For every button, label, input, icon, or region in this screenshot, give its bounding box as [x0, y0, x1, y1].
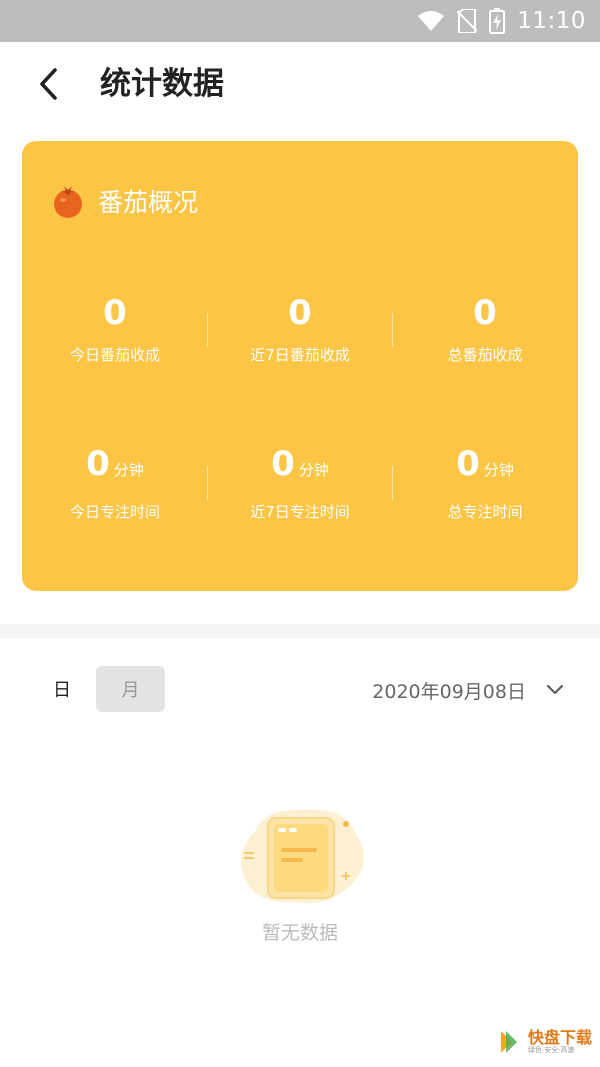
back-button[interactable] [28, 64, 68, 104]
date-value: 2020年09月08日 [372, 680, 526, 703]
stat-label: 今日番茄收成 [69, 346, 160, 364]
stat-value: 0 分钟 [271, 444, 329, 484]
watermark: 快盘下载 绿色·安全·高速 [498, 1027, 592, 1057]
stat-total-harvest: 0 总番茄收成 [392, 293, 578, 365]
chevron-down-icon [547, 685, 563, 694]
card-header: 番茄概况 [52, 183, 198, 219]
tomato-overview-card: 番茄概况 0 今日番茄收成 0 近7日番茄收成 0 总番茄收成 0 分钟 今日专注… [22, 141, 578, 591]
chevron-left-icon [40, 68, 57, 100]
stat-unit: 分钟 [113, 461, 144, 479]
wifi-icon [418, 11, 445, 31]
page-title: 统计数据 [100, 66, 224, 102]
day-tab[interactable]: 日 [28, 666, 96, 712]
card-title: 番茄概况 [98, 188, 199, 217]
status-bar: 11:10 [0, 0, 600, 42]
period-toggle: 日 月 [28, 666, 165, 712]
stat-today-harvest: 0 今日番茄收成 [22, 293, 208, 365]
date-picker[interactable]: 2020年09月08日 [372, 672, 564, 708]
stat-label: 近7日专注时间 [250, 503, 350, 521]
stat-value: 0 分钟 [456, 444, 514, 484]
status-time: 11:10 [517, 8, 586, 34]
section-divider [0, 624, 600, 638]
stat-unit: 分钟 [298, 461, 329, 479]
tomato-icon [54, 186, 82, 218]
stat-today-focus: 0 分钟 今日专注时间 [22, 444, 208, 522]
watermark-text: 快盘下载 [527, 1028, 592, 1047]
stat-week-harvest: 0 近7日番茄收成 [207, 293, 393, 365]
no-sim-icon [457, 9, 478, 33]
watermark-subtext: 绿色·安全·高速 [527, 1046, 575, 1054]
stat-label: 总番茄收成 [447, 346, 523, 364]
watermark-logo-icon [500, 1031, 517, 1053]
stat-label: 近7日番茄收成 [250, 346, 350, 364]
battery-charging-icon [489, 8, 506, 34]
stat-label: 今日专注时间 [69, 503, 160, 521]
stat-week-focus: 0 分钟 近7日专注时间 [207, 444, 393, 522]
stat-value: 0 [103, 293, 127, 333]
stat-label: 总专注时间 [447, 503, 523, 521]
status-icons: 11:10 [417, 4, 586, 38]
stat-total-focus: 0 分钟 总专注时间 [392, 444, 578, 522]
app-header: 统计数据 [0, 42, 600, 126]
empty-document-icon [240, 809, 364, 904]
stat-value: 0 [288, 293, 312, 333]
empty-text: 暂无数据 [261, 922, 338, 944]
stat-unit: 分钟 [483, 461, 514, 479]
stat-value: 0 [473, 293, 497, 333]
stat-value: 0 分钟 [86, 444, 144, 484]
month-tab[interactable]: 月 [96, 666, 165, 712]
watermark-text-block: 快盘下载 绿色·安全·高速 [527, 1028, 592, 1055]
